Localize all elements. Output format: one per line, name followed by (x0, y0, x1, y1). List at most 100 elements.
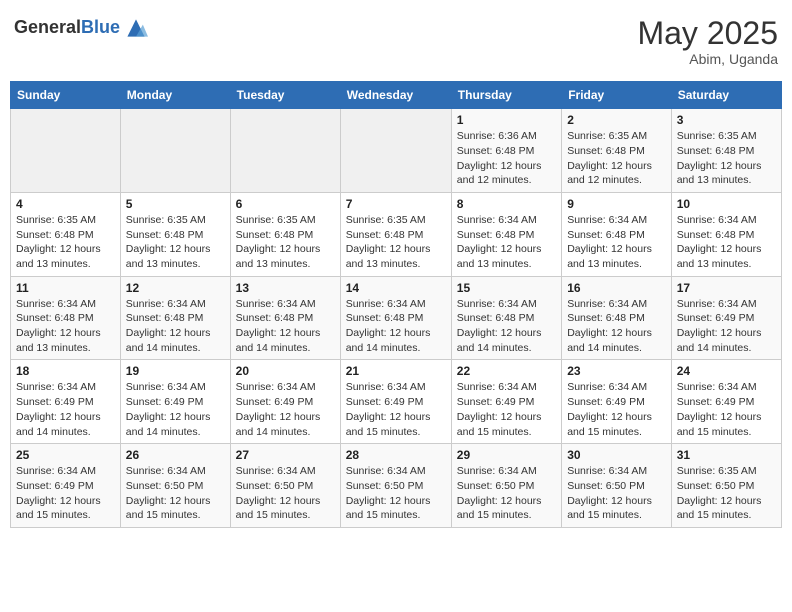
day-detail: Sunrise: 6:34 AMSunset: 6:48 PMDaylight:… (567, 213, 666, 272)
day-number: 31 (677, 448, 776, 462)
day-detail: Sunrise: 6:34 AMSunset: 6:49 PMDaylight:… (457, 380, 556, 439)
day-number: 23 (567, 364, 666, 378)
day-detail: Sunrise: 6:34 AMSunset: 6:49 PMDaylight:… (346, 380, 446, 439)
calendar-cell: 8 Sunrise: 6:34 AMSunset: 6:48 PMDaylight… (451, 192, 561, 276)
day-detail: Sunrise: 6:34 AMSunset: 6:48 PMDaylight:… (457, 213, 556, 272)
day-detail: Sunrise: 6:34 AMSunset: 6:49 PMDaylight:… (567, 380, 666, 439)
week-row-2: 4 Sunrise: 6:35 AMSunset: 6:48 PMDaylight… (11, 192, 782, 276)
calendar-cell: 6 Sunrise: 6:35 AMSunset: 6:48 PMDaylight… (230, 192, 340, 276)
day-number: 20 (236, 364, 335, 378)
day-number: 3 (677, 113, 776, 127)
day-detail: Sunrise: 6:34 AMSunset: 6:48 PMDaylight:… (236, 297, 335, 356)
day-detail: Sunrise: 6:36 AMSunset: 6:48 PMDaylight:… (457, 129, 556, 188)
calendar-cell: 23 Sunrise: 6:34 AMSunset: 6:49 PMDayligh… (562, 360, 672, 444)
calendar-cell: 15 Sunrise: 6:34 AMSunset: 6:48 PMDayligh… (451, 276, 561, 360)
day-number: 21 (346, 364, 446, 378)
day-number: 6 (236, 197, 335, 211)
day-detail: Sunrise: 6:34 AMSunset: 6:48 PMDaylight:… (126, 297, 225, 356)
day-detail: Sunrise: 6:34 AMSunset: 6:50 PMDaylight:… (567, 464, 666, 523)
calendar-cell: 2 Sunrise: 6:35 AMSunset: 6:48 PMDaylight… (562, 109, 672, 193)
calendar-cell: 24 Sunrise: 6:34 AMSunset: 6:49 PMDayligh… (671, 360, 781, 444)
calendar-cell: 4Sunrise: 6:35 AMSunset: 6:48 PMDaylight… (11, 192, 121, 276)
day-detail: Sunrise: 6:35 AMSunset: 6:48 PMDaylight:… (236, 213, 335, 272)
header-row: SundayMondayTuesdayWednesdayThursdayFrid… (11, 82, 782, 109)
day-number: 7 (346, 197, 446, 211)
calendar-cell: 30 Sunrise: 6:34 AMSunset: 6:50 PMDayligh… (562, 444, 672, 528)
logo: GeneralBlue (14, 16, 148, 40)
calendar-cell (230, 109, 340, 193)
day-number: 24 (677, 364, 776, 378)
calendar-cell: 17 Sunrise: 6:34 AMSunset: 6:49 PMDayligh… (671, 276, 781, 360)
calendar-cell: 22 Sunrise: 6:34 AMSunset: 6:49 PMDayligh… (451, 360, 561, 444)
day-detail: Sunrise: 6:34 AMSunset: 6:49 PMDaylight:… (16, 464, 115, 523)
week-row-4: 18Sunrise: 6:34 AMSunset: 6:49 PMDayligh… (11, 360, 782, 444)
day-detail: Sunrise: 6:34 AMSunset: 6:50 PMDaylight:… (346, 464, 446, 523)
day-detail: Sunrise: 6:34 AMSunset: 6:48 PMDaylight:… (677, 213, 776, 272)
month-title: May 2025 (637, 16, 778, 51)
day-number: 30 (567, 448, 666, 462)
calendar-cell: 13Sunrise: 6:34 AMSunset: 6:48 PMDayligh… (230, 276, 340, 360)
calendar-cell (120, 109, 230, 193)
day-number: 28 (346, 448, 446, 462)
title-block: May 2025 Abim, Uganda (637, 16, 778, 67)
day-number: 14 (346, 281, 446, 295)
page-header: GeneralBlue May 2025 Abim, Uganda (10, 10, 782, 73)
week-row-1: 1 Sunrise: 6:36 AMSunset: 6:48 PMDaylight… (11, 109, 782, 193)
day-number: 5 (126, 197, 225, 211)
day-number: 22 (457, 364, 556, 378)
day-detail: Sunrise: 6:34 AMSunset: 6:49 PMDaylight:… (677, 297, 776, 356)
day-number: 16 (567, 281, 666, 295)
day-number: 9 (567, 197, 666, 211)
day-detail: Sunrise: 6:34 AMSunset: 6:48 PMDaylight:… (16, 297, 115, 356)
location: Abim, Uganda (637, 51, 778, 67)
calendar-cell: 10 Sunrise: 6:34 AMSunset: 6:48 PMDayligh… (671, 192, 781, 276)
logo-general: GeneralBlue (14, 18, 120, 38)
day-number: 4 (16, 197, 115, 211)
day-number: 8 (457, 197, 556, 211)
day-number: 10 (677, 197, 776, 211)
calendar-cell: 25 Sunrise: 6:34 AMSunset: 6:49 PMDayligh… (11, 444, 121, 528)
calendar-cell: 27Sunrise: 6:34 AMSunset: 6:50 PMDayligh… (230, 444, 340, 528)
day-detail: Sunrise: 6:34 AMSunset: 6:48 PMDaylight:… (346, 297, 446, 356)
header-day-saturday: Saturday (671, 82, 781, 109)
day-detail: Sunrise: 6:35 AMSunset: 6:48 PMDaylight:… (126, 213, 225, 272)
day-detail: Sunrise: 6:35 AMSunset: 6:48 PMDaylight:… (677, 129, 776, 188)
day-number: 29 (457, 448, 556, 462)
day-number: 19 (126, 364, 225, 378)
day-number: 25 (16, 448, 115, 462)
calendar-cell (340, 109, 451, 193)
calendar-cell: 1 Sunrise: 6:36 AMSunset: 6:48 PMDaylight… (451, 109, 561, 193)
calendar-cell (11, 109, 121, 193)
calendar-cell: 11Sunrise: 6:34 AMSunset: 6:48 PMDayligh… (11, 276, 121, 360)
calendar-cell: 26Sunrise: 6:34 AMSunset: 6:50 PMDayligh… (120, 444, 230, 528)
week-row-5: 25 Sunrise: 6:34 AMSunset: 6:49 PMDayligh… (11, 444, 782, 528)
day-detail: Sunrise: 6:35 AMSunset: 6:48 PMDaylight:… (567, 129, 666, 188)
calendar-cell: 3 Sunrise: 6:35 AMSunset: 6:48 PMDaylight… (671, 109, 781, 193)
day-detail: Sunrise: 6:34 AMSunset: 6:50 PMDaylight:… (457, 464, 556, 523)
calendar-cell: 14 Sunrise: 6:34 AMSunset: 6:48 PMDayligh… (340, 276, 451, 360)
header-day-wednesday: Wednesday (340, 82, 451, 109)
calendar-cell: 18Sunrise: 6:34 AMSunset: 6:49 PMDayligh… (11, 360, 121, 444)
day-number: 1 (457, 113, 556, 127)
day-detail: Sunrise: 6:34 AMSunset: 6:49 PMDaylight:… (236, 380, 335, 439)
day-number: 17 (677, 281, 776, 295)
day-number: 2 (567, 113, 666, 127)
header-day-thursday: Thursday (451, 82, 561, 109)
calendar-cell: 29 Sunrise: 6:34 AMSunset: 6:50 PMDayligh… (451, 444, 561, 528)
day-detail: Sunrise: 6:34 AMSunset: 6:49 PMDaylight:… (16, 380, 115, 439)
calendar-cell: 21 Sunrise: 6:34 AMSunset: 6:49 PMDayligh… (340, 360, 451, 444)
day-detail: Sunrise: 6:34 AMSunset: 6:48 PMDaylight:… (457, 297, 556, 356)
calendar-cell: 5 Sunrise: 6:35 AMSunset: 6:48 PMDaylight… (120, 192, 230, 276)
calendar-cell: 9 Sunrise: 6:34 AMSunset: 6:48 PMDaylight… (562, 192, 672, 276)
day-number: 26 (126, 448, 225, 462)
day-number: 15 (457, 281, 556, 295)
header-day-sunday: Sunday (11, 82, 121, 109)
calendar-cell: 31Sunrise: 6:35 AMSunset: 6:50 PMDayligh… (671, 444, 781, 528)
week-row-3: 11Sunrise: 6:34 AMSunset: 6:48 PMDayligh… (11, 276, 782, 360)
calendar-cell: 28 Sunrise: 6:34 AMSunset: 6:50 PMDayligh… (340, 444, 451, 528)
calendar-body: 1 Sunrise: 6:36 AMSunset: 6:48 PMDaylight… (11, 109, 782, 528)
day-detail: Sunrise: 6:34 AMSunset: 6:50 PMDaylight:… (236, 464, 335, 523)
header-day-friday: Friday (562, 82, 672, 109)
day-detail: Sunrise: 6:34 AMSunset: 6:49 PMDaylight:… (677, 380, 776, 439)
header-day-monday: Monday (120, 82, 230, 109)
